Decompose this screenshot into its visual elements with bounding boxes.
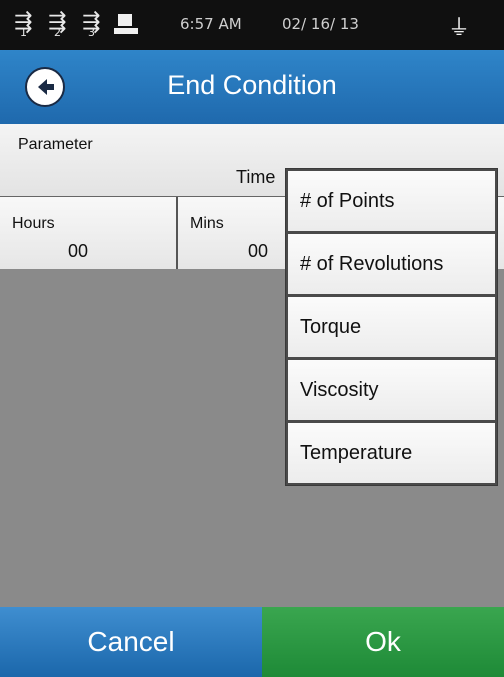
hours-field[interactable]: Hours 00	[0, 197, 178, 269]
dropdown-option-torque[interactable]: Torque	[288, 297, 495, 357]
dropdown-option-temperature[interactable]: Temperature	[288, 423, 495, 483]
printer-icon	[114, 14, 138, 36]
status-bar: ⇶ 1 ⇶ 2 ⇶ 3 6:57 AM 02/ 16/ 13 ⏚	[0, 0, 504, 50]
dropdown-option-points[interactable]: # of Points	[288, 171, 495, 231]
usb-icon: ⇶ 2	[48, 10, 67, 40]
status-time: 6:57 AM	[180, 15, 242, 33]
mins-value: 00	[248, 241, 269, 261]
cancel-button[interactable]: Cancel	[0, 607, 262, 677]
parameter-value: Time	[236, 167, 276, 187]
usb-port-number: 2	[54, 26, 61, 39]
mins-label: Mins	[190, 215, 224, 232]
page-title: End Condition	[167, 70, 337, 100]
parameter-label: Parameter	[18, 136, 93, 153]
dropdown-option-revolutions[interactable]: # of Revolutions	[288, 234, 495, 294]
temperature-probe-icon: ⏚	[448, 16, 471, 41]
usb-port-number: 3	[88, 26, 95, 39]
usb-port-number: 1	[20, 26, 27, 39]
usb-icon: ⇶ 3	[82, 10, 101, 40]
status-date: 02/ 16/ 13	[282, 15, 359, 33]
parameter-dropdown: # of Points # of Revolutions Torque Visc…	[285, 168, 498, 486]
hours-label: Hours	[12, 215, 55, 232]
header-bar: End Condition	[0, 50, 504, 124]
usb-icon: ⇶ 1	[14, 10, 33, 40]
dropdown-option-viscosity[interactable]: Viscosity	[288, 360, 495, 420]
hours-value: 00	[68, 241, 89, 261]
ok-button[interactable]: Ok	[262, 607, 504, 677]
